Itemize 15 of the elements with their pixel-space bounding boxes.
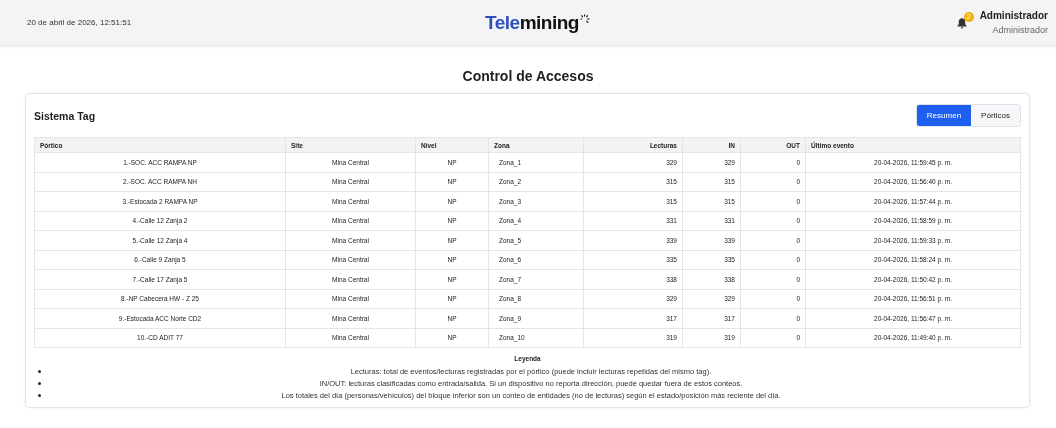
- user-name: Administrador: [979, 10, 1048, 21]
- bullet-icon: [38, 369, 41, 373]
- notification-count: 2: [963, 11, 974, 22]
- bullet-icon: [38, 381, 41, 385]
- logo-text: mining: [519, 11, 579, 34]
- user-role: Administrador: [992, 25, 1048, 35]
- page-title: Control de Accesos: [461, 68, 595, 84]
- view-toggle-button[interactable]: Pórticos: [971, 105, 1020, 126]
- card-title: Sistema Tag: [34, 109, 96, 122]
- date-time: 20 de abril de 2026, 12:51:51: [27, 18, 133, 27]
- signal-rays-icon: [579, 13, 590, 24]
- logo-text: Tele: [485, 11, 520, 34]
- view-toggle-button[interactable]: Resumen: [916, 105, 972, 126]
- bullet-icon: [38, 393, 41, 397]
- notifications-bell-icon[interactable]: [955, 15, 968, 30]
